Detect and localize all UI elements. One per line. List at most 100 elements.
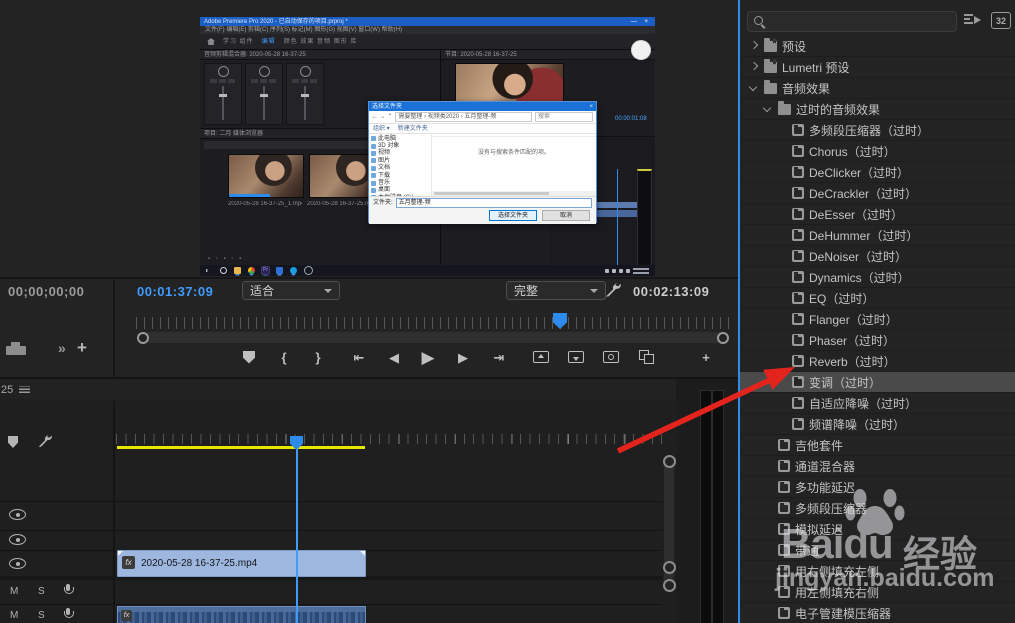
effect-tree-item[interactable]: DeHummer（过时） bbox=[740, 225, 1015, 246]
effect-tree-item[interactable]: 多频段压缩器（过时） bbox=[740, 120, 1015, 141]
playback-resolution-select[interactable]: 完整 bbox=[506, 281, 606, 300]
effect-tree-item[interactable]: 电子管建模压缩器 bbox=[740, 603, 1015, 623]
effect-tree-item[interactable]: 自适应降噪（过时） bbox=[740, 393, 1015, 414]
effect-tree-item[interactable]: 多频段压缩器 bbox=[740, 498, 1015, 519]
chevron-icon[interactable] bbox=[775, 418, 787, 430]
step-back-button[interactable]: ◀ bbox=[384, 344, 404, 370]
effect-tree-item[interactable]: 音频效果 bbox=[740, 78, 1015, 99]
effect-tree-item[interactable]: 模拟延迟 bbox=[740, 519, 1015, 540]
chevron-icon[interactable] bbox=[761, 103, 773, 115]
chevron-icon[interactable] bbox=[761, 481, 773, 493]
chevron-icon[interactable] bbox=[775, 355, 787, 367]
chevron-icon[interactable] bbox=[775, 292, 787, 304]
settings-wrench-icon[interactable] bbox=[603, 281, 621, 299]
mark-out-button[interactable]: } bbox=[308, 344, 328, 370]
chevron-icon[interactable] bbox=[761, 586, 773, 598]
chevron-icon[interactable] bbox=[761, 544, 773, 556]
effect-tree-item[interactable]: 频谱降噪（过时） bbox=[740, 414, 1015, 435]
ruler-ticks[interactable] bbox=[116, 434, 662, 444]
effect-tree-item[interactable]: DeNoiser（过时） bbox=[740, 246, 1015, 267]
chevron-icon[interactable] bbox=[761, 565, 773, 577]
track-a1-record-mic-icon[interactable] bbox=[62, 584, 74, 597]
export-frame-button[interactable] bbox=[601, 344, 621, 370]
play-button[interactable]: ▶ bbox=[418, 344, 438, 370]
scrollbar-handle[interactable] bbox=[663, 579, 676, 592]
effect-tree-item[interactable]: 用左侧填充右侧 bbox=[740, 582, 1015, 603]
chevron-icon[interactable] bbox=[775, 334, 787, 346]
effect-tree-item[interactable]: 通道混合器 bbox=[740, 456, 1015, 477]
chevron-icon[interactable] bbox=[775, 187, 787, 199]
chevron-icon[interactable] bbox=[747, 40, 759, 52]
effect-tree-item[interactable]: Lumetri 预设 bbox=[740, 57, 1015, 78]
add-marker-button[interactable] bbox=[239, 344, 259, 370]
track-v2-visibility-eye-icon[interactable] bbox=[9, 534, 26, 545]
effect-tree-item[interactable]: Phaser（过时） bbox=[740, 330, 1015, 351]
chevron-icon[interactable] bbox=[761, 502, 773, 514]
comparison-view-button[interactable] bbox=[636, 344, 656, 370]
effect-tree-item[interactable]: 用右侧填充左侧 bbox=[740, 561, 1015, 582]
work-area-bar[interactable] bbox=[117, 446, 365, 449]
effect-tree-item[interactable]: 过时的音频效果 bbox=[740, 99, 1015, 120]
scrollbar-handle[interactable] bbox=[663, 455, 676, 468]
chevron-icon[interactable] bbox=[775, 145, 787, 157]
track-v3-visibility-eye-icon[interactable] bbox=[9, 509, 26, 520]
track-a1-mute-button[interactable]: M bbox=[10, 586, 18, 597]
chevron-icon[interactable] bbox=[761, 607, 773, 619]
track-v1-visibility-eye-icon[interactable] bbox=[9, 558, 26, 569]
effect-tree-item[interactable]: DeClicker（过时） bbox=[740, 162, 1015, 183]
effect-tree-item[interactable]: Chorus（过时） bbox=[740, 141, 1015, 162]
chevron-icon[interactable] bbox=[761, 460, 773, 472]
button-editor-button[interactable]: + bbox=[696, 344, 716, 370]
zoom-level-select[interactable]: 适合 bbox=[242, 281, 340, 300]
go-to-in-button[interactable]: ⇤ bbox=[349, 344, 369, 370]
effect-tree-item[interactable]: 带通 bbox=[740, 540, 1015, 561]
program-zoom-scrollbar[interactable] bbox=[137, 332, 729, 343]
chevron-icon[interactable] bbox=[775, 397, 787, 409]
effect-tree-item[interactable]: 吉他套件 bbox=[740, 435, 1015, 456]
track-a2-record-mic-icon[interactable] bbox=[62, 608, 74, 621]
chevron-icon[interactable] bbox=[761, 523, 773, 535]
chevron-icon[interactable] bbox=[775, 229, 787, 241]
effects-search-input[interactable] bbox=[747, 11, 957, 32]
effect-tree-item[interactable]: 多功能延迟 bbox=[740, 477, 1015, 498]
extract-button[interactable] bbox=[566, 344, 586, 370]
mark-in-button[interactable]: { bbox=[274, 344, 294, 370]
track-a1-solo-button[interactable]: S bbox=[38, 586, 45, 597]
effect-item-pitch-shift-obsolete-button[interactable]: 变调（过时） bbox=[740, 372, 1015, 393]
effect-tree-item[interactable]: EQ（过时） bbox=[740, 288, 1015, 309]
lift-button[interactable] bbox=[531, 344, 551, 370]
32bit-effects-filter-icon[interactable]: 32 bbox=[991, 12, 1011, 29]
step-forward-button[interactable]: ▶ bbox=[453, 344, 473, 370]
accelerated-effects-filter-icon[interactable] bbox=[963, 12, 983, 28]
audio-clip[interactable]: fx bbox=[117, 606, 366, 623]
sequence-tab[interactable]: 25 bbox=[1, 384, 13, 396]
effect-tree-item[interactable]: DeEsser（过时） bbox=[740, 204, 1015, 225]
add-marker-icon[interactable] bbox=[8, 436, 18, 448]
chevron-icon[interactable] bbox=[775, 166, 787, 178]
timeline-ruler[interactable] bbox=[0, 421, 675, 433]
scrollbar-handle[interactable] bbox=[663, 561, 676, 574]
program-mini-timeline[interactable] bbox=[136, 317, 730, 329]
panel-menu-icon[interactable] bbox=[19, 386, 30, 393]
chevron-icon[interactable] bbox=[747, 61, 759, 73]
chevron-icon[interactable] bbox=[775, 208, 787, 220]
go-to-out-button[interactable]: ⇥ bbox=[489, 344, 509, 370]
chevron-icon[interactable] bbox=[775, 376, 787, 388]
effect-tree-item[interactable]: Flanger（过时） bbox=[740, 309, 1015, 330]
chevron-icon[interactable] bbox=[775, 250, 787, 262]
effect-tree-item[interactable]: 预设 bbox=[740, 36, 1015, 57]
video-clip[interactable]: fx 2020-05-28 16-37-25.mp4 bbox=[117, 550, 366, 577]
program-position-timecode[interactable]: 00:01:37:09 bbox=[137, 284, 213, 299]
chevron-icon[interactable] bbox=[775, 271, 787, 283]
effect-tree-item[interactable]: Reverb（过时） bbox=[740, 351, 1015, 372]
chevron-icon[interactable] bbox=[761, 439, 773, 451]
chevron-icon[interactable] bbox=[775, 313, 787, 325]
track-a2-solo-button[interactable]: S bbox=[38, 610, 45, 621]
effect-type-icon bbox=[792, 376, 804, 388]
chevron-icon[interactable] bbox=[775, 124, 787, 136]
track-a2-mute-button[interactable]: M bbox=[10, 610, 18, 621]
effect-tree-item[interactable]: DeCrackler（过时） bbox=[740, 183, 1015, 204]
chevron-icon[interactable] bbox=[747, 82, 759, 94]
effect-tree-item[interactable]: Dynamics（过时） bbox=[740, 267, 1015, 288]
timeline-settings-wrench-icon[interactable] bbox=[36, 433, 52, 449]
